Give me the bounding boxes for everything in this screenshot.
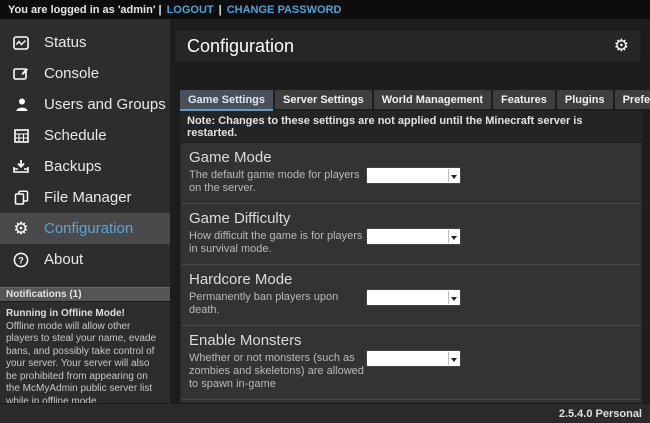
settings-gear-icon[interactable]: ⚙	[614, 36, 629, 56]
setting-hardcore-mode: Hardcore Mode Permanently ban players up…	[181, 265, 641, 326]
file-manager-icon	[12, 189, 30, 207]
tab-server-settings[interactable]: Server Settings	[275, 90, 372, 109]
sidebar-item-label: Status	[44, 34, 87, 51]
game-difficulty-select[interactable]	[366, 228, 461, 245]
version-text: 2.5.4.0 Personal	[559, 408, 642, 420]
tab-bar: Game Settings Server Settings World Mana…	[180, 90, 642, 109]
users-icon	[12, 96, 30, 114]
sidebar-item-label: Users and Groups	[44, 96, 166, 113]
enable-monsters-select[interactable]	[366, 350, 461, 367]
sidebar-item-label: About	[44, 251, 83, 268]
notifications-body: Running in Offline Mode! Offline mode wi…	[0, 302, 170, 408]
sidebar-item-configuration[interactable]: ⚙ Configuration	[0, 213, 170, 244]
notification-title: Running in Offline Mode!	[6, 308, 162, 321]
sidebar-item-label: File Manager	[44, 189, 132, 206]
schedule-icon	[12, 127, 30, 145]
setting-title: Enable Monsters	[189, 332, 633, 349]
setting-enable-monsters: Enable Monsters Whether or not monsters …	[181, 326, 641, 400]
tab-preferences[interactable]: Preferences	[615, 90, 650, 109]
sidebar-nav: Status Console Users and Groups Schedule	[0, 19, 170, 275]
setting-title: Hardcore Mode	[189, 271, 633, 288]
notification-text: Offline mode will allow other players to…	[6, 321, 162, 409]
sidebar: Status Console Users and Groups Schedule	[0, 19, 170, 403]
sidebar-item-users-and-groups[interactable]: Users and Groups	[0, 89, 170, 120]
logout-link[interactable]: LOGOUT	[167, 4, 214, 16]
tab-game-settings[interactable]: Game Settings	[180, 90, 273, 109]
tab-plugins[interactable]: Plugins	[557, 90, 613, 109]
setting-description: Permanently ban players upon death.	[189, 291, 367, 317]
sidebar-item-status[interactable]: Status	[0, 27, 170, 58]
hardcore-mode-select[interactable]	[366, 289, 461, 306]
restart-note: Note: Changes to these settings are not …	[181, 112, 641, 143]
topbar: You are logged in as 'admin' | LOGOUT | …	[0, 0, 650, 19]
sidebar-item-label: Schedule	[44, 127, 107, 144]
sidebar-item-file-manager[interactable]: File Manager	[0, 182, 170, 213]
page-title: Configuration	[187, 36, 294, 57]
footer-bar: 2.5.4.0 Personal	[0, 403, 650, 423]
setting-description: Whether or not monsters (such as zombies…	[189, 352, 367, 391]
settings-panel: Note: Changes to these settings are not …	[180, 111, 642, 403]
console-icon	[12, 65, 30, 83]
sidebar-item-backups[interactable]: Backups	[0, 151, 170, 182]
tab-world-management[interactable]: World Management	[374, 90, 491, 109]
main-area: Configuration ⚙ Game Settings Server Set…	[170, 19, 650, 403]
setting-title: Game Mode	[189, 149, 633, 166]
sidebar-item-schedule[interactable]: Schedule	[0, 120, 170, 151]
game-mode-select[interactable]	[366, 167, 461, 184]
notifications-header: Notifications (1)	[0, 287, 170, 302]
tab-features[interactable]: Features	[493, 90, 555, 109]
logged-in-text: You are logged in as 'admin' |	[8, 4, 162, 16]
topbar-separator: |	[219, 4, 222, 16]
svg-text:?: ?	[18, 255, 24, 265]
status-chart-icon	[12, 34, 30, 52]
question-icon: ?	[12, 251, 30, 269]
setting-description: The default game mode for players on the…	[189, 169, 367, 195]
sidebar-item-console[interactable]: Console	[0, 58, 170, 89]
setting-game-difficulty: Game Difficulty How difficult the game i…	[181, 204, 641, 265]
change-password-link[interactable]: CHANGE PASSWORD	[227, 4, 342, 16]
gear-icon: ⚙	[12, 220, 30, 238]
sidebar-item-label: Configuration	[44, 220, 133, 237]
panel-header: Configuration ⚙	[174, 29, 642, 63]
setting-title: Game Difficulty	[189, 210, 633, 227]
backups-icon	[12, 158, 30, 176]
sidebar-item-label: Console	[44, 65, 99, 82]
setting-game-mode: Game Mode The default game mode for play…	[181, 143, 641, 204]
sidebar-item-about[interactable]: ? About	[0, 244, 170, 275]
setting-description: How difficult the game is for players in…	[189, 230, 367, 256]
sidebar-item-label: Backups	[44, 158, 102, 175]
